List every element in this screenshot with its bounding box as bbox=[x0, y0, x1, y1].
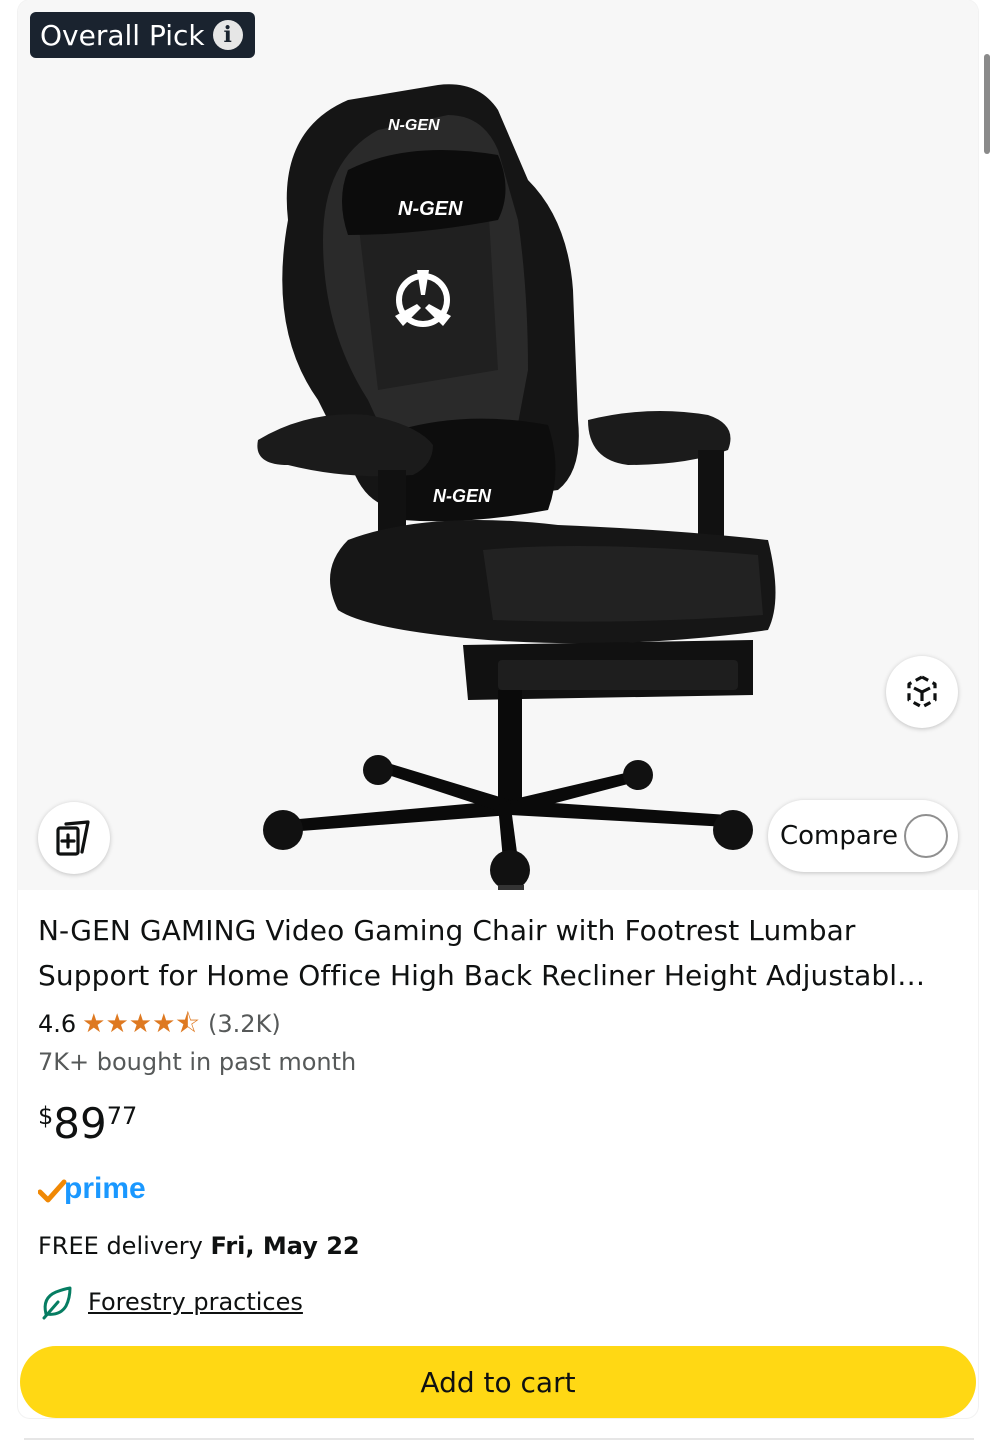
rating-value: 4.6 bbox=[38, 1010, 77, 1038]
compare-label: Compare bbox=[780, 821, 898, 851]
half-star-icon: ⯪ bbox=[175, 1009, 201, 1039]
headrest-brand-text: N-GEN bbox=[388, 117, 440, 134]
prime-badge: prime bbox=[38, 1170, 958, 1210]
price: $ 89 77 bbox=[38, 1098, 958, 1154]
rating-count: (3.2K) bbox=[208, 1010, 281, 1038]
product-image-area[interactable]: Overall Pick i N-GEN N-GEN N-GEN Compare bbox=[18, 0, 978, 890]
delivery-prefix: FREE delivery bbox=[38, 1232, 211, 1260]
forestry-practices-link[interactable]: Forestry practices bbox=[88, 1288, 303, 1316]
star-icon: ★ bbox=[152, 1009, 176, 1039]
pillow-brand-text: N-GEN bbox=[398, 198, 463, 220]
prime-label: prime bbox=[64, 1172, 146, 1205]
climate-pledge[interactable]: Forestry practices bbox=[38, 1282, 958, 1322]
price-symbol: $ bbox=[38, 1102, 54, 1130]
scrollbar[interactable] bbox=[984, 54, 990, 154]
add-to-cart-button[interactable]: Add to cart bbox=[20, 1346, 976, 1418]
product-image[interactable]: N-GEN N-GEN N-GEN bbox=[228, 70, 788, 890]
compare-checkbox[interactable] bbox=[904, 814, 948, 858]
overall-pick-badge: Overall Pick i bbox=[30, 12, 255, 58]
delivery-info: FREE delivery Fri, May 22 bbox=[38, 1228, 958, 1264]
add-to-list-button[interactable] bbox=[38, 802, 110, 874]
price-fraction: 77 bbox=[106, 1102, 138, 1130]
star-icon: ★ bbox=[105, 1009, 129, 1039]
bought-count: 7K+ bought in past month bbox=[38, 1048, 357, 1076]
view-in-3d-button[interactable] bbox=[886, 656, 958, 728]
product-card[interactable]: Overall Pick i N-GEN N-GEN N-GEN Compare… bbox=[18, 0, 978, 1418]
star-icon: ★ bbox=[128, 1009, 153, 1039]
prime-logo: prime bbox=[38, 1172, 146, 1205]
rating-row[interactable]: 4.6 ★ ★ ★ ★ ⯪ (3.2K) bbox=[38, 1006, 958, 1042]
view-in-3d-icon bbox=[907, 675, 937, 709]
price-whole: 89 bbox=[53, 1099, 107, 1148]
compare-toggle[interactable]: Compare bbox=[768, 800, 958, 872]
badge-label: Overall Pick bbox=[40, 18, 205, 52]
info-icon[interactable]: i bbox=[212, 20, 243, 50]
rating-stars: ★ ★ ★ ★ ⯪ bbox=[82, 1011, 200, 1037]
product-title[interactable]: N-GEN GAMING Video Gaming Chair with Foo… bbox=[38, 908, 958, 998]
delivery-date: Fri, May 22 bbox=[210, 1232, 360, 1260]
lumbar-brand-text: N-GEN bbox=[433, 486, 492, 506]
star-icon: ★ bbox=[82, 1009, 106, 1039]
product-details: N-GEN GAMING Video Gaming Chair with Foo… bbox=[38, 908, 958, 1322]
leaf-icon bbox=[42, 1286, 72, 1320]
add-to-list-icon bbox=[56, 820, 90, 856]
